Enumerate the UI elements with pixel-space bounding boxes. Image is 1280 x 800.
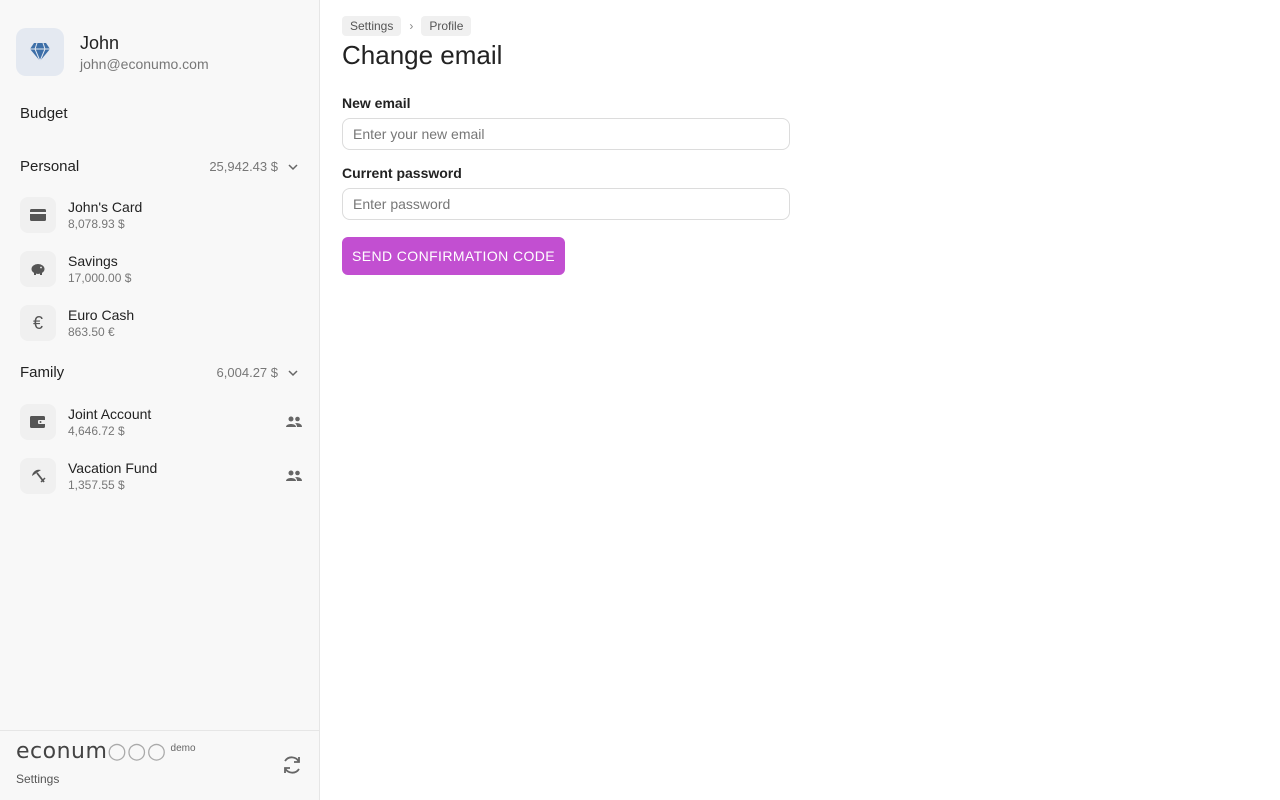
user-name: John [80, 33, 120, 53]
account-balance: 8,078.93 $ [68, 216, 125, 231]
sync-icon[interactable] [280, 753, 304, 777]
sidebar: John john@econumo.com Budget Personal 25… [0, 0, 320, 800]
current-password-input[interactable] [342, 188, 790, 220]
diamond-icon [30, 42, 50, 62]
breadcrumb: Settings › Profile [342, 16, 472, 36]
account-balance: 17,000.00 $ [68, 270, 132, 285]
euro-icon: € [20, 305, 56, 341]
shared-users-icon [284, 412, 304, 432]
group-header-personal[interactable]: Personal 25,942.43 $ [20, 158, 300, 175]
account-name: John's Card [68, 198, 143, 215]
new-email-input[interactable] [342, 118, 790, 150]
account-vacation-fund[interactable]: Vacation Fund 1,357.55 $ [20, 456, 304, 496]
group-total: 6,004.27 $ [216, 365, 278, 380]
account-balance: 4,646.72 $ [68, 423, 125, 438]
new-email-label: New email [342, 95, 411, 111]
current-password-label: Current password [342, 165, 462, 181]
account-name: Savings [68, 252, 118, 269]
footer-settings-link[interactable]: Settings [16, 772, 59, 786]
group-title: Family [20, 364, 65, 381]
group-total: 25,942.43 $ [209, 159, 278, 174]
chevron-down-icon [288, 369, 298, 376]
wallet-icon [20, 404, 56, 440]
account-name: Euro Cash [68, 306, 135, 323]
account-savings[interactable]: Savings 17,000.00 $ [20, 249, 304, 289]
sidebar-footer: econum○○○ demo Settings [0, 730, 320, 800]
account-balance: 863.50 € [68, 324, 115, 339]
account-name: Vacation Fund [68, 459, 158, 476]
account-name: Joint Account [68, 405, 152, 422]
piggy-bank-icon [20, 251, 56, 287]
user-email: john@econumo.com [80, 56, 209, 72]
beach-umbrella-icon [20, 458, 56, 494]
account-joint-account[interactable]: Joint Account 4,646.72 $ [20, 402, 304, 442]
econumo-logo[interactable]: econum○○○ demo [16, 739, 196, 764]
breadcrumb-separator-icon: › [409, 19, 414, 33]
demo-badge: demo [170, 743, 196, 754]
group-title: Personal [20, 158, 80, 175]
account-balance: 1,357.55 $ [68, 477, 125, 492]
logo-text: econum [16, 739, 108, 764]
breadcrumb-settings[interactable]: Settings [342, 16, 402, 36]
page-title: Change email [342, 40, 503, 70]
nav-budget[interactable]: Budget [20, 105, 68, 122]
group-header-family[interactable]: Family 6,004.27 $ [20, 364, 300, 381]
account-johns-card[interactable]: John's Card 8,078.93 $ [20, 195, 304, 235]
account-euro-cash[interactable]: € Euro Cash 863.50 € [20, 303, 304, 343]
send-confirmation-code-button[interactable]: SEND CONFIRMATION CODE [342, 237, 565, 275]
shared-users-icon [284, 466, 304, 486]
user-profile[interactable]: John john@econumo.com [16, 28, 209, 76]
main-content: Settings › Profile Change email New emai… [342, 0, 1242, 800]
breadcrumb-profile[interactable]: Profile [421, 16, 472, 36]
credit-card-icon [20, 197, 56, 233]
chevron-down-icon [288, 163, 298, 170]
avatar [16, 28, 64, 76]
logo-rings: ○○○ [107, 739, 167, 764]
